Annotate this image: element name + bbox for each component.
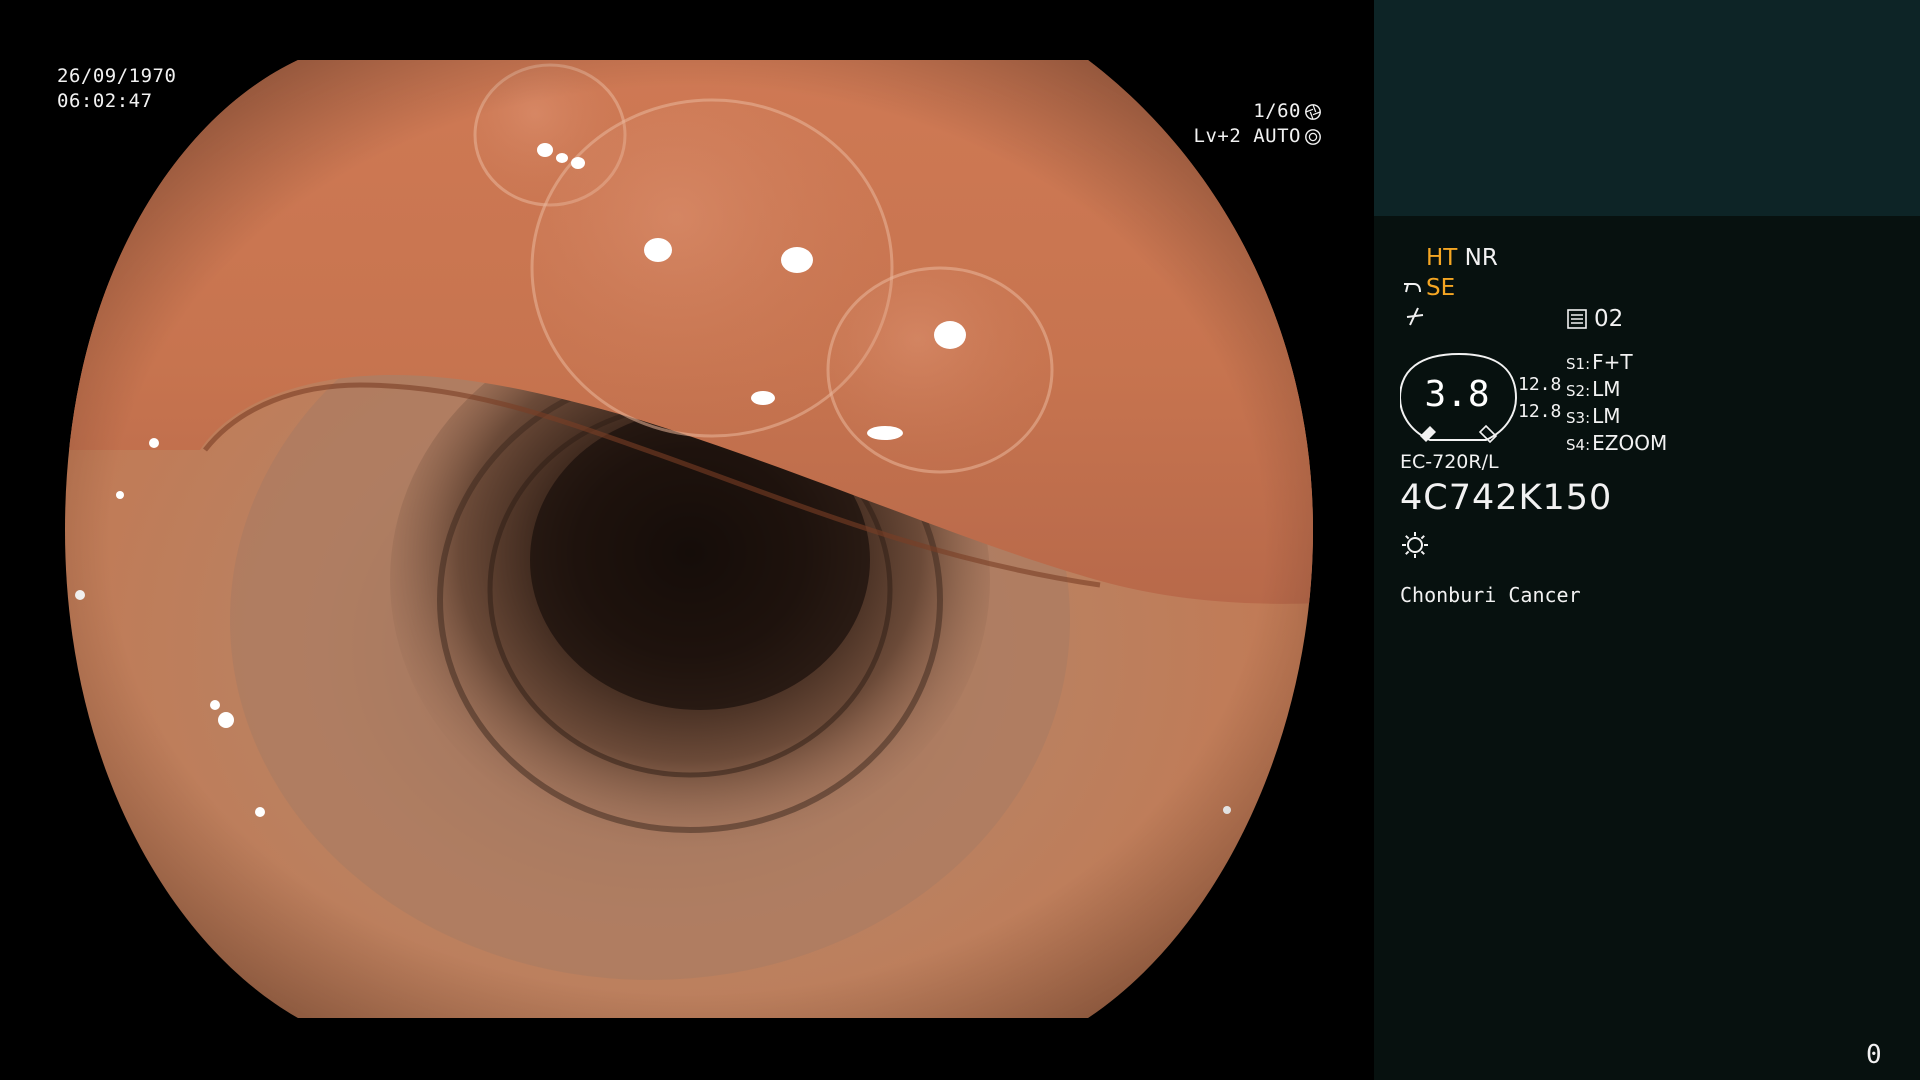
switch-key: S4: xyxy=(1566,436,1591,454)
institution-name: Chonburi Cancer xyxy=(1400,583,1581,607)
info-panel: HT NR SE 02 3.8 12.8 12.8 S1: F+T S2: LM… xyxy=(1374,0,1920,1080)
shutter-speed-text: 1/60 xyxy=(1253,100,1301,122)
zoom-value: 3.8 xyxy=(1424,374,1490,415)
switch-row: S2: LM xyxy=(1566,377,1667,404)
switch-value: LM xyxy=(1592,404,1621,428)
brightness-level-text: Lv+2 AUTO xyxy=(1193,125,1301,147)
endoscopic-image xyxy=(65,60,1313,1018)
frame-counter: 0 xyxy=(1866,1040,1882,1070)
switch-key: S1: xyxy=(1566,355,1591,373)
endoscope-video-area: 26/09/1970 06:02:47 1/60 Lv+2 AUTO xyxy=(0,0,1374,1080)
light-source-icon xyxy=(1402,532,1428,558)
switch-row: S1: F+T xyxy=(1566,350,1667,377)
switch-row: S4: EZOOM xyxy=(1566,431,1667,458)
zoom-readout-1: 12.8 xyxy=(1518,374,1562,395)
memory-indicator: 02 xyxy=(1566,305,1623,333)
panel-header-area xyxy=(1374,0,1920,216)
scope-tip-icon xyxy=(1404,283,1421,293)
date-time-overlay: 26/09/1970 06:02:47 xyxy=(57,64,176,114)
date-text: 26/09/1970 xyxy=(57,65,177,87)
zoom-readout-2: 12.8 xyxy=(1518,401,1562,422)
se-indicator-row: SE xyxy=(1402,274,1455,302)
switch-key: S3: xyxy=(1566,409,1591,427)
switch-value: LM xyxy=(1592,377,1621,401)
nr-indicator: NR xyxy=(1464,245,1498,271)
memory-card-icon xyxy=(1567,309,1587,329)
exposure-overlay: 1/60 Lv+2 AUTO xyxy=(1194,99,1322,149)
aperture-icon xyxy=(1305,103,1321,120)
scope-model: EC-720R/L xyxy=(1400,451,1499,473)
memory-count: 02 xyxy=(1594,306,1624,332)
switch-value: F+T xyxy=(1592,350,1633,374)
mode-indicators: HT NR xyxy=(1426,244,1498,272)
se-indicator: SE xyxy=(1426,275,1456,301)
scope-serial: 4C742K150 xyxy=(1400,478,1613,518)
iris-icon xyxy=(1305,128,1321,145)
switch-value: EZOOM xyxy=(1592,431,1668,455)
scope-switch-list: S1: F+T S2: LM S3: LM S4: EZOOM xyxy=(1566,350,1667,458)
time-text: 06:02:47 xyxy=(57,90,153,112)
ht-indicator: HT xyxy=(1426,245,1458,271)
zoom-readouts: 12.8 12.8 xyxy=(1518,371,1561,425)
switch-key: S2: xyxy=(1566,382,1591,400)
sharpness-icon xyxy=(1406,307,1424,326)
switch-row: S3: LM xyxy=(1566,404,1667,431)
